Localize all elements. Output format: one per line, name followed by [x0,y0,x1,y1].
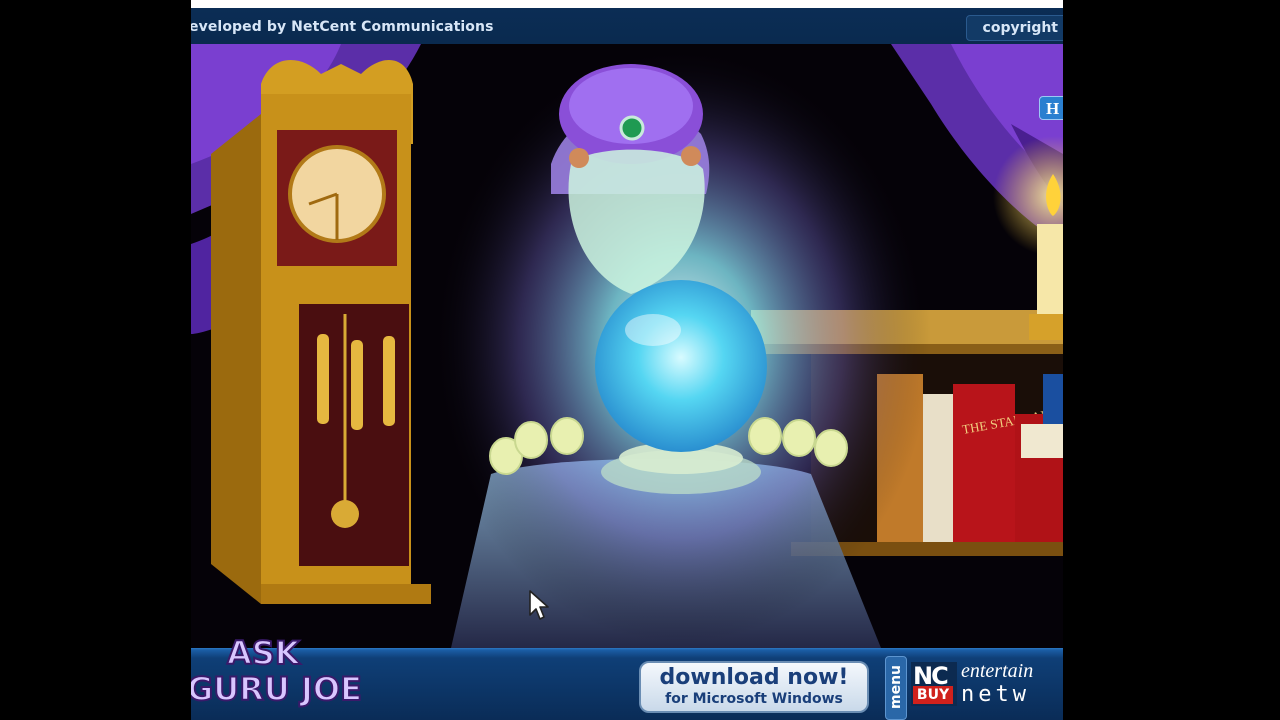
pointer-cursor-icon [529,590,549,620]
menu-label: menu [888,664,905,710]
game-stage[interactable]: eveloped by NetCent Communications copyr… [191,0,1063,720]
buy-label: BUY [913,686,953,704]
entertainment-label: entertain [961,660,1034,682]
crystal-ball [595,280,767,494]
logo-line1: ASK [227,634,301,672]
menu-tab[interactable]: menu [885,656,907,720]
developer-credit: eveloped by NetCent Communications [191,19,494,35]
ask-guru-joe-logo[interactable]: ASK GURU JOE [191,632,367,712]
bottom-bar: ASK GURU JOE download now! for Microsoft… [191,633,1063,720]
download-sub-label: for Microsoft Windows [665,691,843,707]
network-label: netw [961,682,1030,707]
download-now-button[interactable]: download now! for Microsoft Windows [639,661,869,713]
top-bar: eveloped by NetCent Communications copyr… [191,0,1063,44]
download-main-label: download now! [659,665,849,690]
scene-art: THE STARS AND YOU [191,44,1063,648]
copyright-button[interactable]: copyright [965,15,1063,41]
help-button[interactable]: H [1039,96,1063,120]
nc-buy-badge[interactable]: NC BUY [911,662,957,706]
fortune-teller-scene[interactable]: THE STARS AND YOU [191,44,1063,648]
grandfather-clock [211,60,431,604]
logo-line2: GURU JOE [191,670,362,708]
